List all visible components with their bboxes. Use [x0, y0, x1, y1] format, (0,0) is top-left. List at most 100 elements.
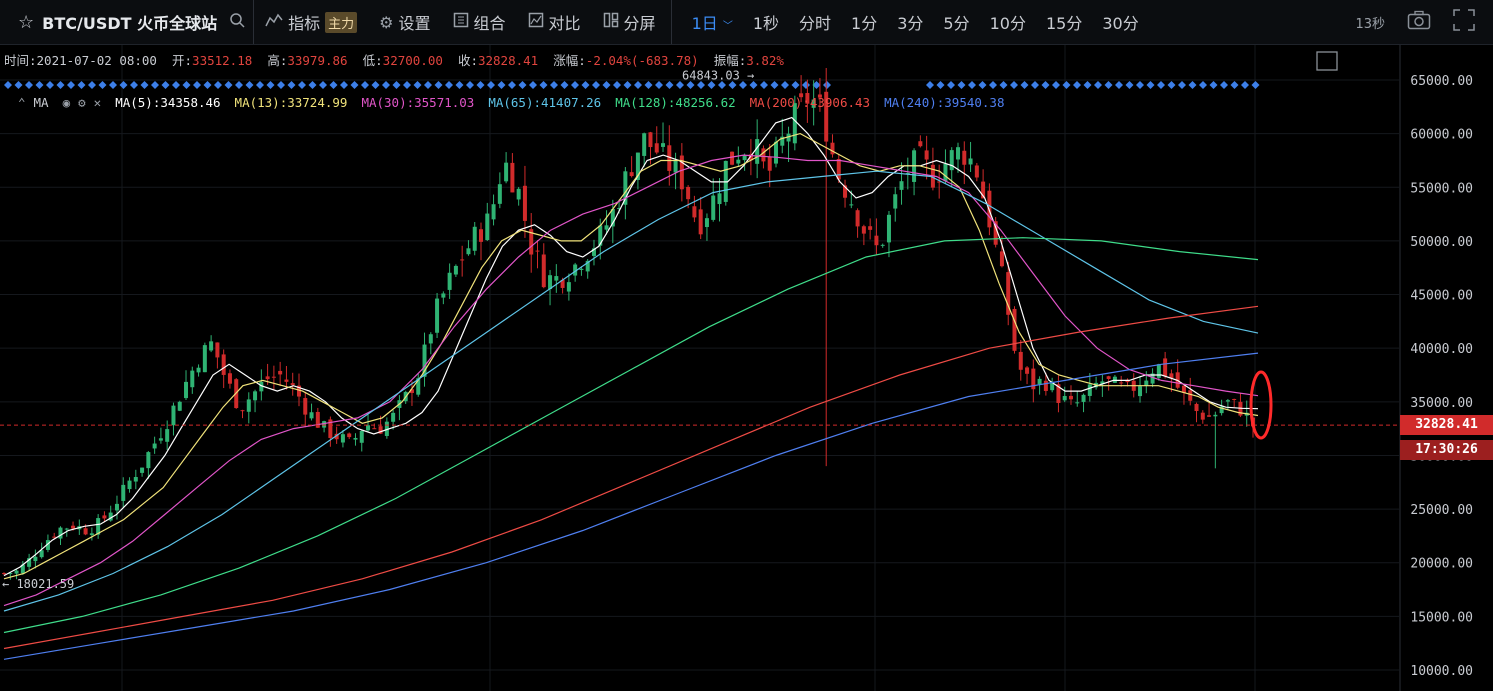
candle-body [303, 398, 308, 415]
candle-body [522, 185, 527, 221]
close-label: 收: [457, 53, 478, 68]
candle-body [974, 165, 979, 178]
candle-body [1106, 376, 1111, 379]
candle-body [466, 248, 471, 255]
candle-body [340, 434, 345, 443]
candle-body [1087, 384, 1092, 396]
candle-body [102, 515, 107, 519]
time-label: 时间: [4, 53, 37, 68]
plot-area [0, 45, 1400, 691]
candle-body [1188, 390, 1193, 401]
interval-15m[interactable]: 15分 [1036, 10, 1092, 34]
combo-button[interactable]: 组合 [442, 0, 517, 44]
indicator-label: 指标 [288, 14, 321, 33]
candle-body [642, 133, 647, 156]
y-tick-label: 15000.00 [1410, 610, 1473, 625]
y-tick-label: 20000.00 [1410, 557, 1473, 572]
candle-body [629, 172, 634, 177]
ma128-label: MA(128):48256.62 [615, 95, 736, 110]
candle-body [359, 430, 364, 443]
interval-1s[interactable]: 1秒 [743, 10, 789, 34]
symbol-selector[interactable]: ☆ BTC/USDT 火币全球站 [0, 10, 253, 34]
y-tick-label: 50000.00 [1410, 235, 1473, 250]
ma-collapse-icon[interactable]: ⌃ [18, 95, 26, 110]
change-label: 涨幅: [553, 53, 586, 68]
y-tick-label: 55000.00 [1410, 181, 1473, 196]
ma200-label: MA(200):43906.43 [749, 95, 871, 110]
candle-body [253, 391, 258, 401]
candle-body [33, 556, 38, 562]
candle-body [221, 354, 226, 375]
star-icon[interactable]: ☆ [18, 12, 34, 33]
candle-body [347, 433, 352, 438]
candle-body [761, 148, 766, 162]
candle-body [924, 150, 929, 160]
close-value: 32828.41 [477, 53, 539, 68]
high-value: 33979.86 [287, 53, 348, 68]
candle-body [479, 229, 484, 242]
candle-body [372, 428, 377, 430]
settings-button[interactable]: ⚙ 设置 [368, 0, 441, 44]
candle-body [830, 142, 835, 155]
y-tick-label: 10000.00 [1410, 664, 1473, 679]
candle-body [14, 570, 19, 574]
amplitude-value: 3.82% [746, 53, 784, 68]
symbol-label: BTC/USDT 火币全球站 [42, 14, 218, 33]
candle-body [215, 342, 220, 358]
candle-body [202, 345, 207, 373]
candle-body [460, 259, 465, 261]
split-button[interactable]: 分屏 [592, 0, 667, 44]
interval-1m[interactable]: 1分 [841, 10, 887, 34]
candle-body [855, 210, 860, 227]
candle-body [1225, 400, 1230, 402]
candle-body [441, 293, 446, 298]
candle-body [1138, 386, 1143, 397]
candle-body [278, 370, 283, 375]
candle-body [673, 161, 678, 173]
candlestick-chart[interactable]: 65000.00 60000.00 55000.00 50000.00 45000.00… [0, 45, 1493, 691]
settings-small-icon[interactable]: ⚙ [78, 95, 86, 110]
candle-body [849, 204, 854, 206]
candle-body [309, 412, 314, 419]
candle-body [968, 158, 973, 165]
close-icon[interactable]: ✕ [94, 95, 102, 110]
candle-body [146, 452, 151, 469]
candle-body [240, 410, 245, 412]
indicator-button[interactable]: 指标 主力 [254, 0, 368, 44]
camera-icon[interactable] [1407, 10, 1431, 34]
candle-body [58, 527, 63, 539]
fullscreen-icon[interactable] [1453, 9, 1475, 35]
candle-body [893, 194, 898, 209]
candle-body [171, 405, 176, 426]
candle-body [158, 438, 163, 441]
interval-1d[interactable]: 1日 ﹀ [682, 10, 743, 34]
candle-body [152, 443, 157, 449]
candle-body [1037, 378, 1042, 385]
interval-10m[interactable]: 10分 [980, 10, 1036, 34]
compare-icon [528, 12, 544, 32]
candle-body [1081, 394, 1086, 402]
interval-timeshare[interactable]: 分时 [789, 10, 841, 34]
candle-body [767, 156, 772, 171]
candle-body [1062, 395, 1067, 401]
interval-30m[interactable]: 30分 [1092, 10, 1148, 34]
candle-body [447, 272, 452, 290]
candle-body [227, 373, 232, 384]
interval-3m[interactable]: 3分 [887, 10, 933, 34]
eye-icon[interactable]: ◉ [63, 95, 71, 110]
candle-body [428, 334, 433, 344]
ma65-label: MA(65):41407.26 [488, 95, 602, 110]
interval-5m[interactable]: 5分 [933, 10, 979, 34]
ma-legend: ⌃ MA ◉ ⚙ ✕ MA(5):34358.46 MA(13):33724.9… [18, 95, 1004, 110]
candle-body [435, 298, 440, 333]
search-icon[interactable] [229, 12, 245, 32]
candle-body [64, 528, 69, 530]
compare-button[interactable]: 对比 [517, 0, 592, 44]
indicator-icon [265, 12, 283, 32]
chart-toolbar: ☆ BTC/USDT 火币全球站 指标 主力 ⚙ 设置 组合 对比 分屏 1日 … [0, 0, 1493, 45]
candle-body [704, 218, 709, 228]
candle-body [284, 379, 289, 382]
compare-label: 对比 [548, 14, 581, 33]
candle-body [1012, 308, 1017, 351]
candle-body [579, 268, 584, 270]
